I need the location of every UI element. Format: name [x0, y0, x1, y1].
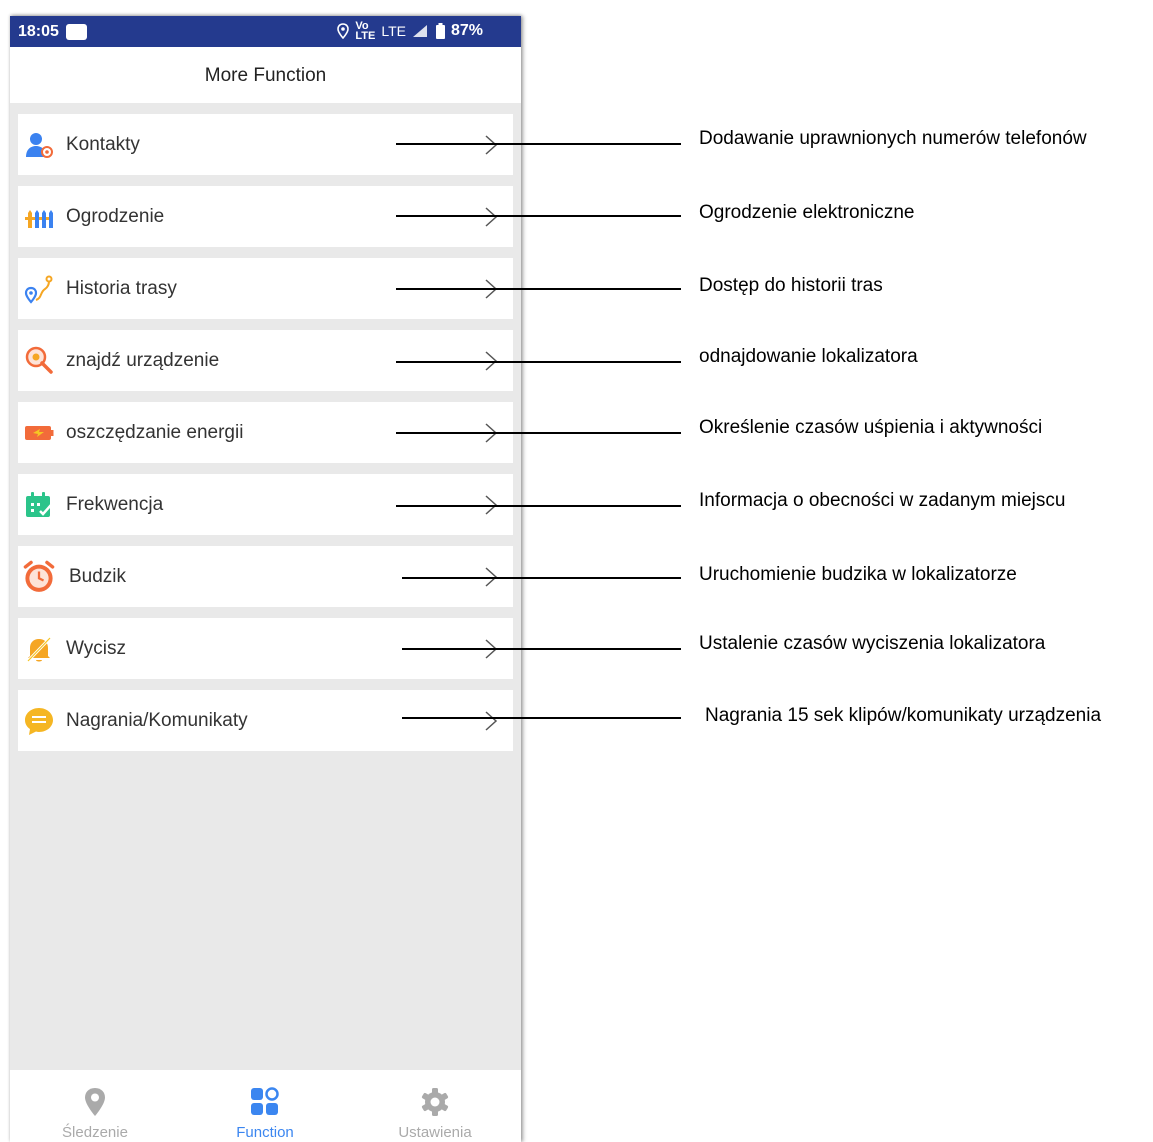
annotation-text: Informacja o obecności w zadanym miejscu — [699, 490, 1066, 511]
chevron-right-icon — [485, 135, 498, 155]
annotation-text: odnajdowanie lokalizatora — [699, 346, 918, 367]
status-indicators: Vo LTE LTE 87% — [337, 20, 483, 42]
function-grid-icon — [251, 1087, 279, 1115]
annotation-line — [402, 717, 681, 719]
menu-item-label: Budzik — [69, 566, 127, 587]
nav-label: Function — [236, 1124, 294, 1141]
battery-saver-icon — [25, 426, 54, 440]
route-history-icon — [24, 275, 53, 304]
annotation-line — [402, 577, 681, 579]
notification-icon — [66, 24, 87, 40]
annotation-text: Ustalenie czasów wyciszenia lokalizatora — [699, 633, 1046, 654]
annotation-line — [396, 288, 681, 290]
menu-item-label: Wycisz — [66, 638, 126, 659]
annotation-text: Dostęp do historii tras — [699, 275, 883, 296]
menu-item-label: oszczędzanie energii — [66, 422, 244, 443]
annotation-text: Ogrodzenie elektroniczne — [699, 202, 915, 223]
chevron-right-icon — [485, 711, 498, 731]
annotation-line — [402, 648, 681, 650]
annotation-line — [396, 505, 681, 507]
annotation-line — [396, 215, 681, 217]
nav-label: Śledzenie — [62, 1124, 128, 1141]
location-pin-icon — [85, 1088, 105, 1116]
annotation-text: Dodawanie uprawnionych numerów telefonów — [699, 128, 1087, 149]
network-type: LTE — [381, 23, 406, 39]
attendance-calendar-icon — [26, 492, 52, 517]
battery-percent: 87% — [450, 22, 483, 39]
location-status-icon — [337, 23, 350, 39]
annotation-line — [396, 143, 681, 145]
menu-item-label: Nagrania/Komunikaty — [66, 710, 248, 731]
menu-item-label: znajdź urządzenie — [66, 350, 220, 371]
annotation-line — [396, 361, 681, 363]
menu-item-label: Kontakty — [66, 134, 140, 155]
menu-item-label: Historia trasy — [66, 278, 177, 299]
signal-icon — [412, 25, 427, 37]
alarm-clock-icon — [23, 560, 55, 592]
menu-item-nagrania-komunikaty[interactable]: Nagrania/Komunikaty — [18, 690, 513, 751]
fence-icon — [25, 210, 53, 228]
annotation-line — [396, 432, 681, 434]
mute-bell-icon — [26, 636, 52, 663]
nav-tab-function[interactable]: Function — [180, 1070, 350, 1142]
annotation-text: Określenie czasów uśpienia i aktywności — [699, 417, 1043, 438]
phone-screen: 18:05 Vo LTE LTE 87% More Function Konta… — [10, 16, 521, 1142]
status-time: 18:05 — [18, 23, 59, 40]
bottom-navigation: Śledzenie Function Ustawienia — [10, 1070, 521, 1142]
menu-item-label: Frekwencja — [66, 494, 164, 515]
contacts-icon — [26, 133, 53, 158]
nav-tab-sledzenie[interactable]: Śledzenie — [10, 1070, 180, 1142]
annotation-text: Nagrania 15 sek klipów/komunikaty urządz… — [705, 705, 1102, 726]
chevron-right-icon — [485, 207, 498, 227]
nav-tab-ustawienia[interactable]: Ustawienia — [350, 1070, 520, 1142]
annotation-text: Uruchomienie budzika w lokalizatorze — [699, 564, 1017, 585]
settings-gear-icon — [421, 1088, 449, 1116]
menu-item-label: Ogrodzenie — [66, 206, 165, 227]
status-bar: 18:05 Vo LTE LTE 87% — [10, 16, 521, 47]
function-menu: Kontakty Ogrodzenie Historia trasy znajd… — [18, 114, 513, 762]
find-device-icon — [25, 346, 53, 374]
page-title: More Function — [10, 47, 521, 103]
volte-icon: Vo LTE — [355, 20, 376, 42]
battery-icon — [435, 23, 445, 39]
message-bubble-icon — [25, 708, 53, 735]
nav-label: Ustawienia — [398, 1124, 472, 1141]
